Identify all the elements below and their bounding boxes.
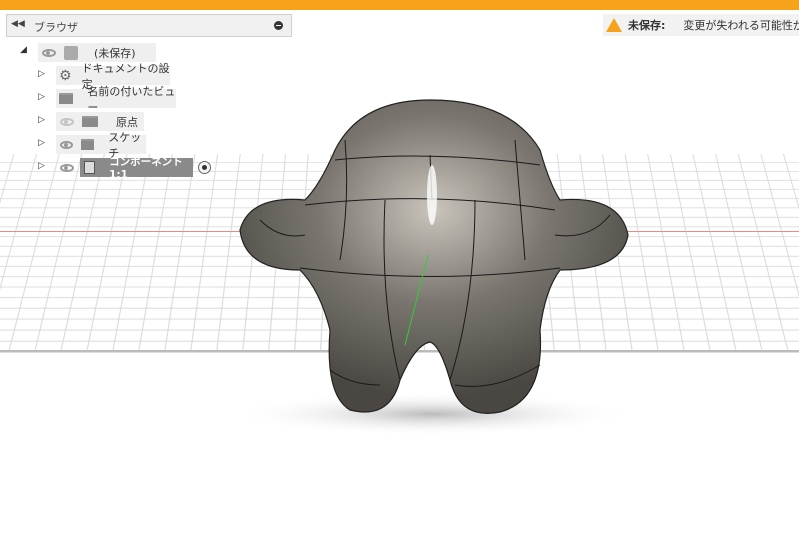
- gear-icon: ⚙: [59, 67, 72, 84]
- tree-item-label: 名前の付いたビュー: [87, 84, 176, 114]
- expand-arrow-icon[interactable]: ▷: [38, 138, 45, 148]
- folder-icon: [82, 116, 98, 127]
- expand-triangle-icon[interactable]: ◢: [20, 45, 27, 55]
- tree-item-component[interactable]: コンポーネント1:1: [80, 156, 193, 181]
- browser-title: ブラウザ: [34, 21, 78, 34]
- component-icon: [84, 161, 96, 174]
- document-icon: [64, 45, 78, 60]
- eye-icon[interactable]: [60, 140, 73, 149]
- folder-icon: [80, 139, 95, 150]
- tree-item-label: コンポーネント1:1: [109, 156, 183, 181]
- browser-panel-header[interactable]: ◀◀ ブラウザ: [6, 14, 292, 37]
- minimize-icon[interactable]: [274, 21, 283, 30]
- expand-arrow-icon[interactable]: ▷: [38, 92, 45, 102]
- folder-icon: [59, 93, 74, 104]
- warning-label: 未保存:: [628, 19, 666, 32]
- tree-item-label: 原点: [116, 115, 138, 129]
- unsaved-warning: 未保存: 変更が失われる可能性があります: [603, 14, 799, 36]
- expand-arrow-icon[interactable]: ▷: [38, 161, 45, 171]
- warning-message: 変更が失われる可能性があります: [683, 19, 799, 32]
- collapse-panel-icon[interactable]: ◀◀: [11, 19, 25, 29]
- model-shadow: [232, 392, 632, 436]
- tree-item-label: (未保存): [94, 46, 136, 60]
- eye-icon[interactable]: [42, 48, 56, 57]
- tree-item-named-views[interactable]: 名前の付いたビュー: [56, 85, 176, 114]
- eye-icon[interactable]: [60, 164, 74, 172]
- expand-arrow-icon[interactable]: ▷: [38, 69, 45, 79]
- warning-icon: [606, 18, 622, 32]
- model-body: [239, 99, 629, 414]
- tree-item-sketches[interactable]: スケッチ: [56, 131, 146, 160]
- activate-radio-icon[interactable]: [198, 161, 211, 174]
- eye-hidden-icon[interactable]: [60, 117, 74, 126]
- expand-arrow-icon[interactable]: ▷: [38, 115, 45, 125]
